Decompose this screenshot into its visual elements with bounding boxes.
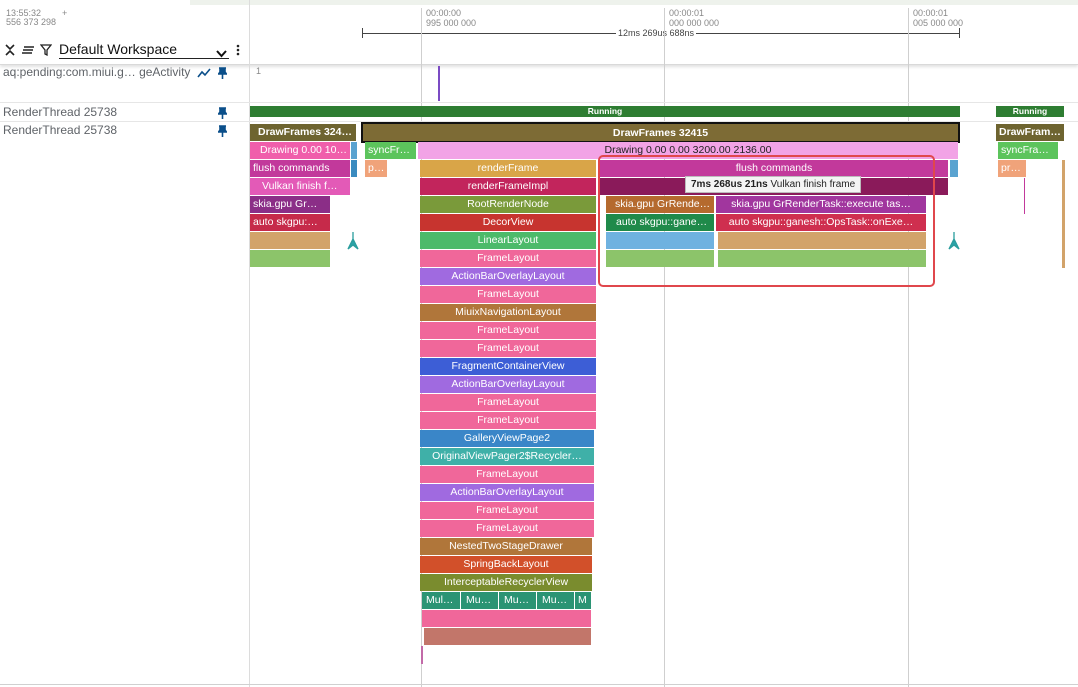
thread-state-running[interactable]: Running <box>250 106 960 117</box>
overview-strip[interactable] <box>190 0 1078 5</box>
slice-flush-commands[interactable]: flush commands <box>250 160 350 177</box>
slice-vulkan-finish[interactable]: Vulkan finish f… <box>250 178 350 195</box>
slice-view[interactable]: FrameLayout <box>420 286 596 303</box>
slice-decorview[interactable]: DecorView <box>420 214 596 231</box>
slice-skia-gpu[interactable]: skia.gpu Gr… <box>250 196 330 213</box>
slice-view[interactable]: FrameLayout <box>420 340 596 357</box>
slice-syncframe[interactable]: syncFra… <box>365 142 416 159</box>
workspace-select[interactable]: Default Workspace <box>59 40 229 59</box>
pin-icon[interactable] <box>216 124 229 137</box>
slice-tooltip: 7ms 268us 21ns Vulkan finish frame <box>685 176 862 193</box>
tick-label: 00:00:00 995 000 000 <box>426 8 477 28</box>
tick-label: 00:00:01 005 000 000 <box>913 8 964 28</box>
slice-prepare[interactable]: pre… <box>998 160 1026 177</box>
add-marker[interactable]: + <box>62 8 67 18</box>
timeline-header: 13:55:32 + 556 373 298 Default Workspace… <box>0 0 1078 65</box>
slice-unnamed[interactable] <box>422 610 591 627</box>
span-measure-end <box>959 28 960 38</box>
slice-unnamed[interactable] <box>424 628 591 645</box>
slice-prepare[interactable]: pr… <box>365 160 387 177</box>
track-label-renderthread[interactable]: RenderThread 25738 <box>3 105 117 119</box>
more-vert-icon[interactable] <box>236 43 240 56</box>
span-measure-start <box>362 28 363 38</box>
vsync-marker-icon[interactable] <box>948 232 960 250</box>
slice-multi[interactable]: Mult… <box>499 592 536 609</box>
slice-auto-skgpu[interactable]: auto skgpu:… <box>250 214 330 231</box>
slice-unnamed[interactable] <box>351 142 357 159</box>
track-label-pending[interactable]: aq:pending:com.miui.g… geActivity <box>3 65 190 79</box>
chart-icon[interactable] <box>197 66 211 78</box>
slice-drawframes-selected[interactable]: DrawFrames 32415 <box>361 122 960 143</box>
slice-view[interactable]: FrameLayout <box>420 502 594 519</box>
slice-view[interactable]: FragmentContainerView <box>420 358 596 375</box>
slice-unnamed[interactable] <box>421 646 423 664</box>
slice-view[interactable]: SpringBackLayout <box>420 556 592 573</box>
vsync-marker-icon[interactable] <box>347 232 359 250</box>
slice-unnamed[interactable] <box>250 250 330 267</box>
track-divider <box>0 102 1078 103</box>
sort-lines-icon[interactable] <box>21 43 35 55</box>
slice-unnamed[interactable] <box>351 160 357 177</box>
slice-unnamed[interactable] <box>1024 178 1025 214</box>
chevron-down-icon <box>216 44 227 62</box>
collapse-all-icon[interactable] <box>5 43 15 56</box>
slice-view[interactable]: FrameLayout <box>420 250 596 267</box>
slice-view[interactable]: ActionBarOverlayLayout <box>420 376 596 393</box>
workspace-label: Default Workspace <box>59 41 178 57</box>
slice-renderframe[interactable]: renderFrame <box>420 160 596 177</box>
slice-multi[interactable]: Mult… <box>537 592 574 609</box>
pin-icon[interactable] <box>216 106 229 119</box>
slice-multi[interactable]: Mult… <box>461 592 498 609</box>
slice-syncframe[interactable]: syncFram… <box>998 142 1058 159</box>
span-measure-label: 12ms 269us 688ns <box>616 28 697 38</box>
pin-icon[interactable] <box>216 66 229 79</box>
slice-drawframes[interactable]: DrawFrame… <box>996 124 1064 141</box>
slice-view[interactable]: GalleryViewPage2 <box>420 430 594 447</box>
slice-rootrendernode[interactable]: RootRenderNode <box>420 196 596 213</box>
slice-unnamed[interactable] <box>950 160 958 177</box>
time-bottom: 556 373 298 <box>6 17 57 27</box>
slice-unnamed[interactable] <box>1062 160 1065 268</box>
tooltip-name: Vulkan finish frame <box>770 179 856 190</box>
slice-view[interactable]: ActionBarOverlayLayout <box>420 268 596 285</box>
slice-unnamed[interactable] <box>250 232 330 249</box>
tick-label: 00:00:01 000 000 000 <box>669 8 720 28</box>
slice-view[interactable]: FrameLayout <box>420 520 594 537</box>
slice-view[interactable]: OriginalViewPager2$Recycler… <box>420 448 594 465</box>
track-shell-divider <box>249 0 250 687</box>
counter-spike[interactable] <box>438 66 440 101</box>
slice-drawframes[interactable]: DrawFrames 32400 <box>250 124 356 141</box>
slice-view[interactable]: FrameLayout <box>420 412 596 429</box>
slice-view[interactable]: NestedTwoStageDrawer <box>420 538 592 555</box>
filter-icon[interactable] <box>39 43 53 57</box>
slice-multi[interactable]: Mult… <box>422 592 460 609</box>
slice-view[interactable]: FrameLayout <box>420 322 596 339</box>
slice-renderframeimpl[interactable]: renderFrameImpl <box>420 178 596 195</box>
counter-max: 1 <box>256 66 262 76</box>
slice-view[interactable]: InterceptableRecyclerView <box>420 574 592 591</box>
slice-view[interactable]: FrameLayout <box>420 466 594 483</box>
thread-state-running[interactable]: Running <box>996 106 1064 117</box>
bottom-divider <box>0 684 1078 685</box>
track-label-renderthread[interactable]: RenderThread 25738 <box>3 123 117 137</box>
slice-view[interactable]: MiuixNavigationLayout <box>420 304 596 321</box>
slice-view[interactable]: LinearLayout <box>420 232 596 249</box>
slice-view[interactable]: FrameLayout <box>420 394 596 411</box>
slice-drawing[interactable]: Drawing 0.00 10… <box>250 142 350 159</box>
tooltip-duration: 7ms 268us 21ns <box>691 179 768 190</box>
highlight-box <box>598 155 935 287</box>
slice-multi[interactable]: M <box>575 592 591 609</box>
slice-view[interactable]: ActionBarOverlayLayout <box>420 484 594 501</box>
